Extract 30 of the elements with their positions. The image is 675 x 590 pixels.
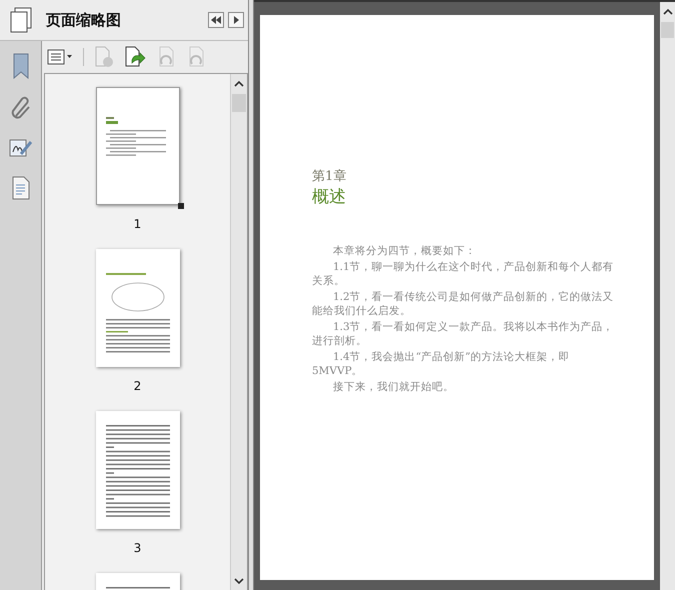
document-icon[interactable] — [12, 176, 30, 200]
chapter-title: 概述 — [312, 186, 347, 208]
body-paragraph: 1.2节，看一看传统公司是如何做产品创新的，它的做法又能给我们什么启发。 — [312, 290, 614, 318]
page-thumbnail[interactable] — [96, 87, 180, 205]
collapse-button[interactable] — [208, 12, 224, 28]
scrollbar-thumb[interactable] — [661, 22, 674, 38]
right-arrow-icon — [232, 15, 240, 25]
scroll-up-icon[interactable] — [234, 79, 244, 89]
paperclip-icon[interactable] — [10, 96, 32, 120]
panel-title: 页面缩略图 — [44, 10, 122, 30]
body-paragraph: 1.1节，聊一聊为什么在这个时代，产品创新和每个人都有关系。 — [312, 260, 614, 288]
scroll-down-icon[interactable] — [234, 576, 244, 586]
double-left-arrow-icon — [210, 15, 222, 25]
scroll-up-icon[interactable] — [662, 7, 672, 17]
body-paragraph: 本章将分为四节，概要如下： — [332, 244, 477, 258]
body-paragraph: 1.3节，看一看如何定义一款产品。我将以本书作为产品，进行剖析。 — [312, 320, 614, 348]
expand-button[interactable] — [228, 12, 244, 28]
scrollbar-thumb[interactable] — [232, 94, 246, 112]
page-number: 1 — [134, 217, 142, 231]
options-icon[interactable] — [47, 49, 73, 65]
chapter-label: 第1章 — [312, 168, 348, 185]
insert-page-icon[interactable] — [124, 46, 146, 68]
body-paragraph: 接下来，我们就开始吧。 — [332, 380, 455, 394]
bookmark-icon[interactable] — [12, 53, 30, 79]
pages-icon — [9, 7, 33, 33]
selection-handle[interactable] — [178, 203, 184, 209]
page-number: 2 — [134, 379, 142, 393]
signature-icon[interactable] — [8, 137, 32, 159]
body-paragraph: 1.4节，我会抛出“产品创新”的方法论大框架，即5MVVP。 — [312, 350, 570, 378]
page-number: 3 — [134, 541, 142, 555]
